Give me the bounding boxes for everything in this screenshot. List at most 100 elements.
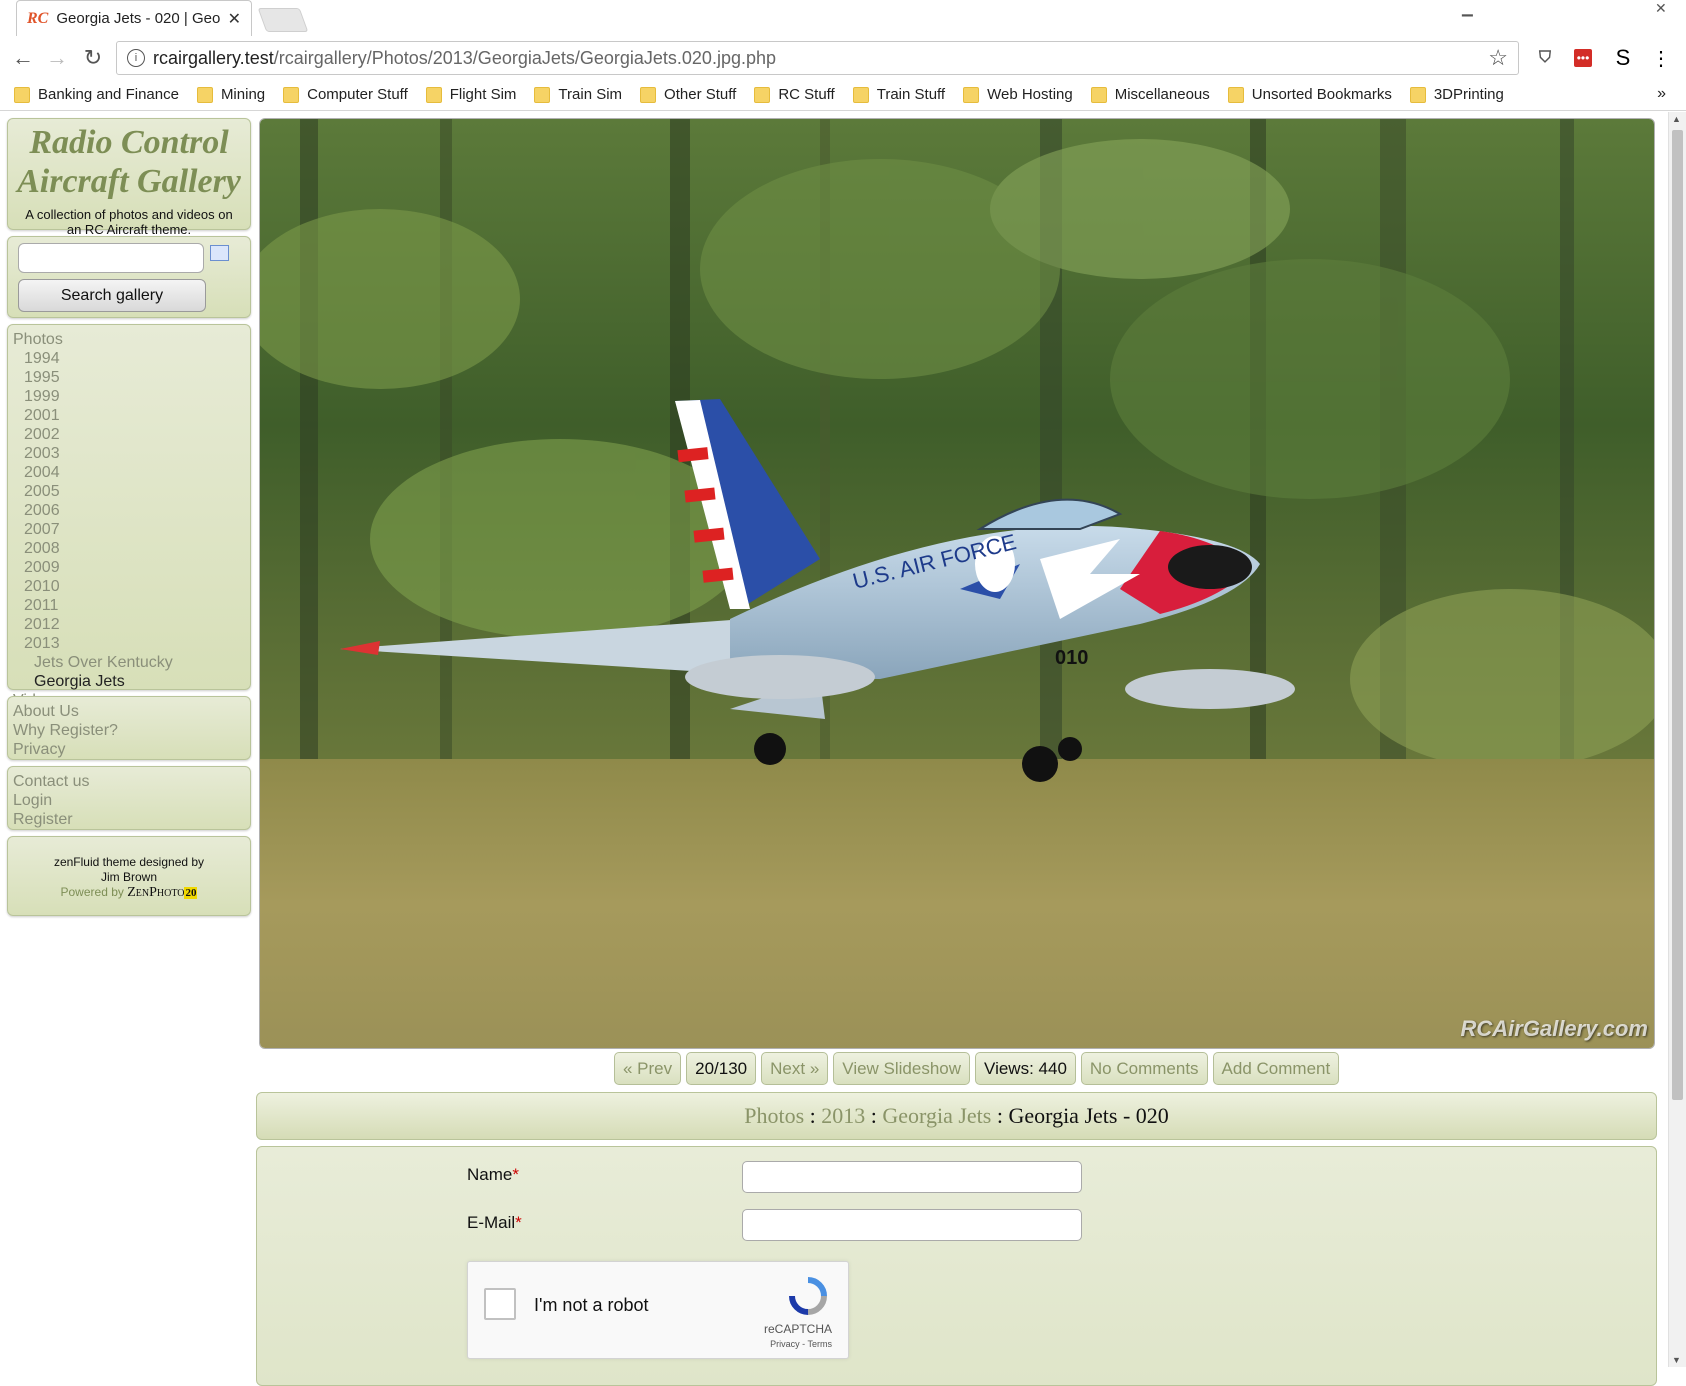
image-nav: « Prev 20/130 Next » View Slideshow View… bbox=[614, 1052, 1340, 1085]
bookmark-folder[interactable]: Train Stuff bbox=[852, 86, 945, 103]
bookmark-folder[interactable]: Train Sim bbox=[534, 86, 622, 103]
browser-toolbar: ← → ↻ i rcairgallery.test/rcairgallery/P… bbox=[0, 37, 1686, 79]
folder-icon bbox=[1409, 86, 1426, 103]
menu-item-2013[interactable]: 2013 bbox=[13, 634, 245, 653]
menu-privacy[interactable]: Privacy bbox=[13, 740, 245, 759]
menu-item-2005[interactable]: 2005 bbox=[13, 482, 245, 501]
minimize-icon[interactable]: ▁ bbox=[1462, 0, 1473, 17]
menu-item-photos[interactable]: Photos bbox=[13, 330, 245, 349]
menu-item-2004[interactable]: 2004 bbox=[13, 463, 245, 482]
search-gallery-button[interactable]: Search gallery bbox=[18, 279, 206, 312]
comments-button[interactable]: No Comments bbox=[1080, 1052, 1208, 1085]
menu-item-2009[interactable]: 2009 bbox=[13, 558, 245, 577]
comment-form: Name* E-Mail* I'm not a robot reCAPTCHA … bbox=[256, 1146, 1657, 1386]
pages-panel: About Us Why Register? Privacy bbox=[7, 696, 251, 760]
menu-item-1994[interactable]: 1994 bbox=[13, 349, 245, 368]
bookmark-folder[interactable]: Flight Sim bbox=[425, 86, 516, 103]
menu-item-2011[interactable]: 2011 bbox=[13, 596, 245, 615]
menu-item-2010[interactable]: 2010 bbox=[13, 577, 245, 596]
menu-item-2007[interactable]: 2007 bbox=[13, 520, 245, 539]
menu-item-jets-over-kentucky[interactable]: Jets Over Kentucky bbox=[13, 653, 245, 672]
back-icon[interactable]: ← bbox=[10, 45, 36, 71]
name-field[interactable] bbox=[742, 1161, 1082, 1193]
site-title[interactable]: Radio Control Aircraft Gallery bbox=[8, 123, 250, 201]
bookmark-folder[interactable]: Miscellaneous bbox=[1090, 86, 1210, 103]
bookmark-folder[interactable]: Banking and Finance bbox=[14, 86, 179, 103]
add-comment-button[interactable]: Add Comment bbox=[1212, 1052, 1340, 1085]
bookmark-folder[interactable]: Web Hosting bbox=[963, 86, 1073, 103]
bookmark-folder[interactable]: Unsorted Bookmarks bbox=[1227, 86, 1392, 103]
search-input[interactable] bbox=[18, 243, 204, 273]
menu-item-2006[interactable]: 2006 bbox=[13, 501, 245, 520]
url-path: /rcairgallery/Photos/2013/GeorgiaJets/Ge… bbox=[273, 47, 776, 68]
recaptcha-logo-icon bbox=[789, 1277, 827, 1315]
folder-icon bbox=[640, 86, 657, 103]
reload-icon[interactable]: ↻ bbox=[80, 45, 106, 71]
page-content: Radio Control Aircraft Gallery A collect… bbox=[0, 112, 1686, 1386]
ublock-icon[interactable]: ⛉ bbox=[1532, 45, 1558, 71]
view-slideshow-button[interactable]: View Slideshow bbox=[833, 1052, 971, 1085]
site-tagline: A collection of photos and videos on an … bbox=[25, 207, 233, 237]
menu-item-1999[interactable]: 1999 bbox=[13, 387, 245, 406]
breadcrumb-year[interactable]: 2013 bbox=[821, 1103, 865, 1129]
new-tab-button[interactable] bbox=[257, 8, 309, 32]
browser-tab[interactable]: RC Georgia Jets - 020 | Georgia Jets ✕ bbox=[16, 0, 252, 36]
site-info-icon[interactable]: i bbox=[127, 49, 145, 67]
recaptcha-terms[interactable]: Privacy - Terms bbox=[770, 1339, 832, 1349]
gallery-menu-panel: Photos 1994 1995 1999 2001 2002 2003 2004 2005 20… bbox=[7, 324, 251, 709]
bookmarks-overflow-icon[interactable]: » bbox=[1657, 85, 1666, 103]
close-window-icon[interactable]: ✕ bbox=[1655, 0, 1667, 17]
menu-login[interactable]: Login bbox=[13, 791, 245, 810]
lastpass-icon[interactable]: ••• bbox=[1570, 45, 1596, 71]
menu-item-2012[interactable]: 2012 bbox=[13, 615, 245, 634]
folder-icon bbox=[963, 86, 980, 103]
menu-register[interactable]: Register bbox=[13, 810, 245, 829]
menu-item-2002[interactable]: 2002 bbox=[13, 425, 245, 444]
image-counter: 20/130 bbox=[686, 1052, 757, 1085]
jet-photo-image: U.S. AIR FORCE 010 bbox=[260, 119, 1654, 1048]
close-tab-icon[interactable]: ✕ bbox=[228, 9, 241, 29]
breadcrumb-photos[interactable]: Photos bbox=[744, 1103, 804, 1129]
scroll-up-icon[interactable]: ▲ bbox=[1672, 114, 1681, 124]
search-options-icon[interactable] bbox=[210, 245, 229, 261]
address-bar[interactable]: i rcairgallery.test/rcairgallery/Photos/… bbox=[116, 41, 1519, 75]
credits-panel: zenFluid theme designed by Jim Brown Pow… bbox=[7, 836, 251, 916]
account-panel: Contact us Login Register bbox=[7, 766, 251, 830]
email-field[interactable] bbox=[742, 1209, 1082, 1241]
bookmark-folder[interactable]: Mining bbox=[196, 86, 265, 103]
prev-button[interactable]: « Prev bbox=[614, 1052, 682, 1085]
menu-about-us[interactable]: About Us bbox=[13, 702, 245, 721]
breadcrumb: Photos : 2013 : Georgia Jets : Georgia J… bbox=[256, 1092, 1657, 1140]
menu-item-2008[interactable]: 2008 bbox=[13, 539, 245, 558]
folder-icon bbox=[425, 86, 442, 103]
folder-icon bbox=[1227, 86, 1244, 103]
bookmark-folder[interactable]: 3DPrinting bbox=[1409, 86, 1504, 103]
menu-item-georgia-jets[interactable]: Georgia Jets bbox=[13, 672, 245, 691]
bookmark-star-icon[interactable]: ☆ bbox=[1488, 45, 1508, 71]
folder-icon bbox=[754, 86, 771, 103]
page-scrollbar[interactable]: ▲ ▼ bbox=[1668, 112, 1686, 1367]
breadcrumb-current: Georgia Jets - 020 bbox=[1008, 1103, 1169, 1128]
menu-icon[interactable]: ⋮ bbox=[1648, 45, 1674, 71]
breadcrumb-album[interactable]: Georgia Jets bbox=[882, 1103, 991, 1129]
main-photo[interactable]: U.S. AIR FORCE 010 RCAirGallery.com bbox=[259, 118, 1655, 1049]
folder-icon bbox=[534, 86, 551, 103]
menu-item-2003[interactable]: 2003 bbox=[13, 444, 245, 463]
bookmark-folder[interactable]: RC Stuff bbox=[754, 86, 835, 103]
bookmark-folder[interactable]: Computer Stuff bbox=[283, 86, 408, 103]
email-label: E-Mail* bbox=[467, 1213, 522, 1232]
menu-item-2001[interactable]: 2001 bbox=[13, 406, 245, 425]
forward-icon[interactable]: → bbox=[44, 45, 70, 71]
folder-icon bbox=[852, 86, 869, 103]
menu-contact-us[interactable]: Contact us bbox=[13, 772, 245, 791]
menu-why-register[interactable]: Why Register? bbox=[13, 721, 245, 740]
next-button[interactable]: Next » bbox=[761, 1052, 829, 1085]
zenphoto-logo[interactable]: ZenPhoto20 bbox=[127, 885, 198, 900]
scrollbar-thumb[interactable] bbox=[1672, 130, 1683, 1100]
s-extension-icon[interactable]: S bbox=[1610, 45, 1636, 71]
recaptcha-checkbox[interactable] bbox=[484, 1288, 516, 1320]
menu-item-1995[interactable]: 1995 bbox=[13, 368, 245, 387]
scroll-down-icon[interactable]: ▼ bbox=[1672, 1355, 1681, 1365]
name-label: Name* bbox=[467, 1165, 519, 1184]
bookmark-folder[interactable]: Other Stuff bbox=[640, 86, 736, 103]
